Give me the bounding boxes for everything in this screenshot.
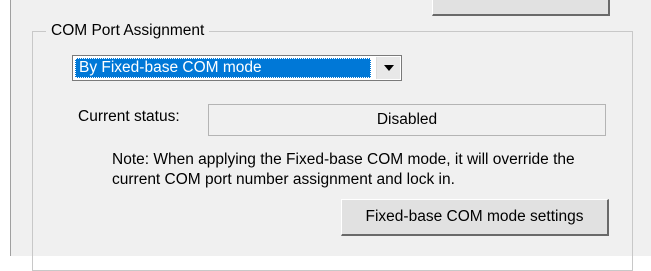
top-button[interactable]	[432, 0, 610, 16]
com-mode-dropdown[interactable]: By Fixed-base COM mode	[72, 55, 402, 81]
com-mode-selected-value: By Fixed-base COM mode	[75, 58, 371, 78]
override-note: Note: When applying the Fixed-base COM m…	[112, 150, 632, 190]
current-status-value: Disabled	[208, 104, 606, 136]
group-title: COM Port Assignment	[46, 21, 210, 41]
dialog-panel: COM Port Assignment By Fixed-base COM mo…	[10, 0, 651, 271]
fixed-base-com-mode-settings-button[interactable]: Fixed-base COM mode settings	[341, 199, 609, 236]
current-status-label: Current status:	[78, 108, 180, 125]
override-note-line-1: Note: When applying the Fixed-base COM m…	[112, 151, 575, 168]
chevron-down-icon[interactable]	[376, 57, 400, 79]
override-note-line-2: current COM port number assignment and l…	[112, 171, 455, 188]
